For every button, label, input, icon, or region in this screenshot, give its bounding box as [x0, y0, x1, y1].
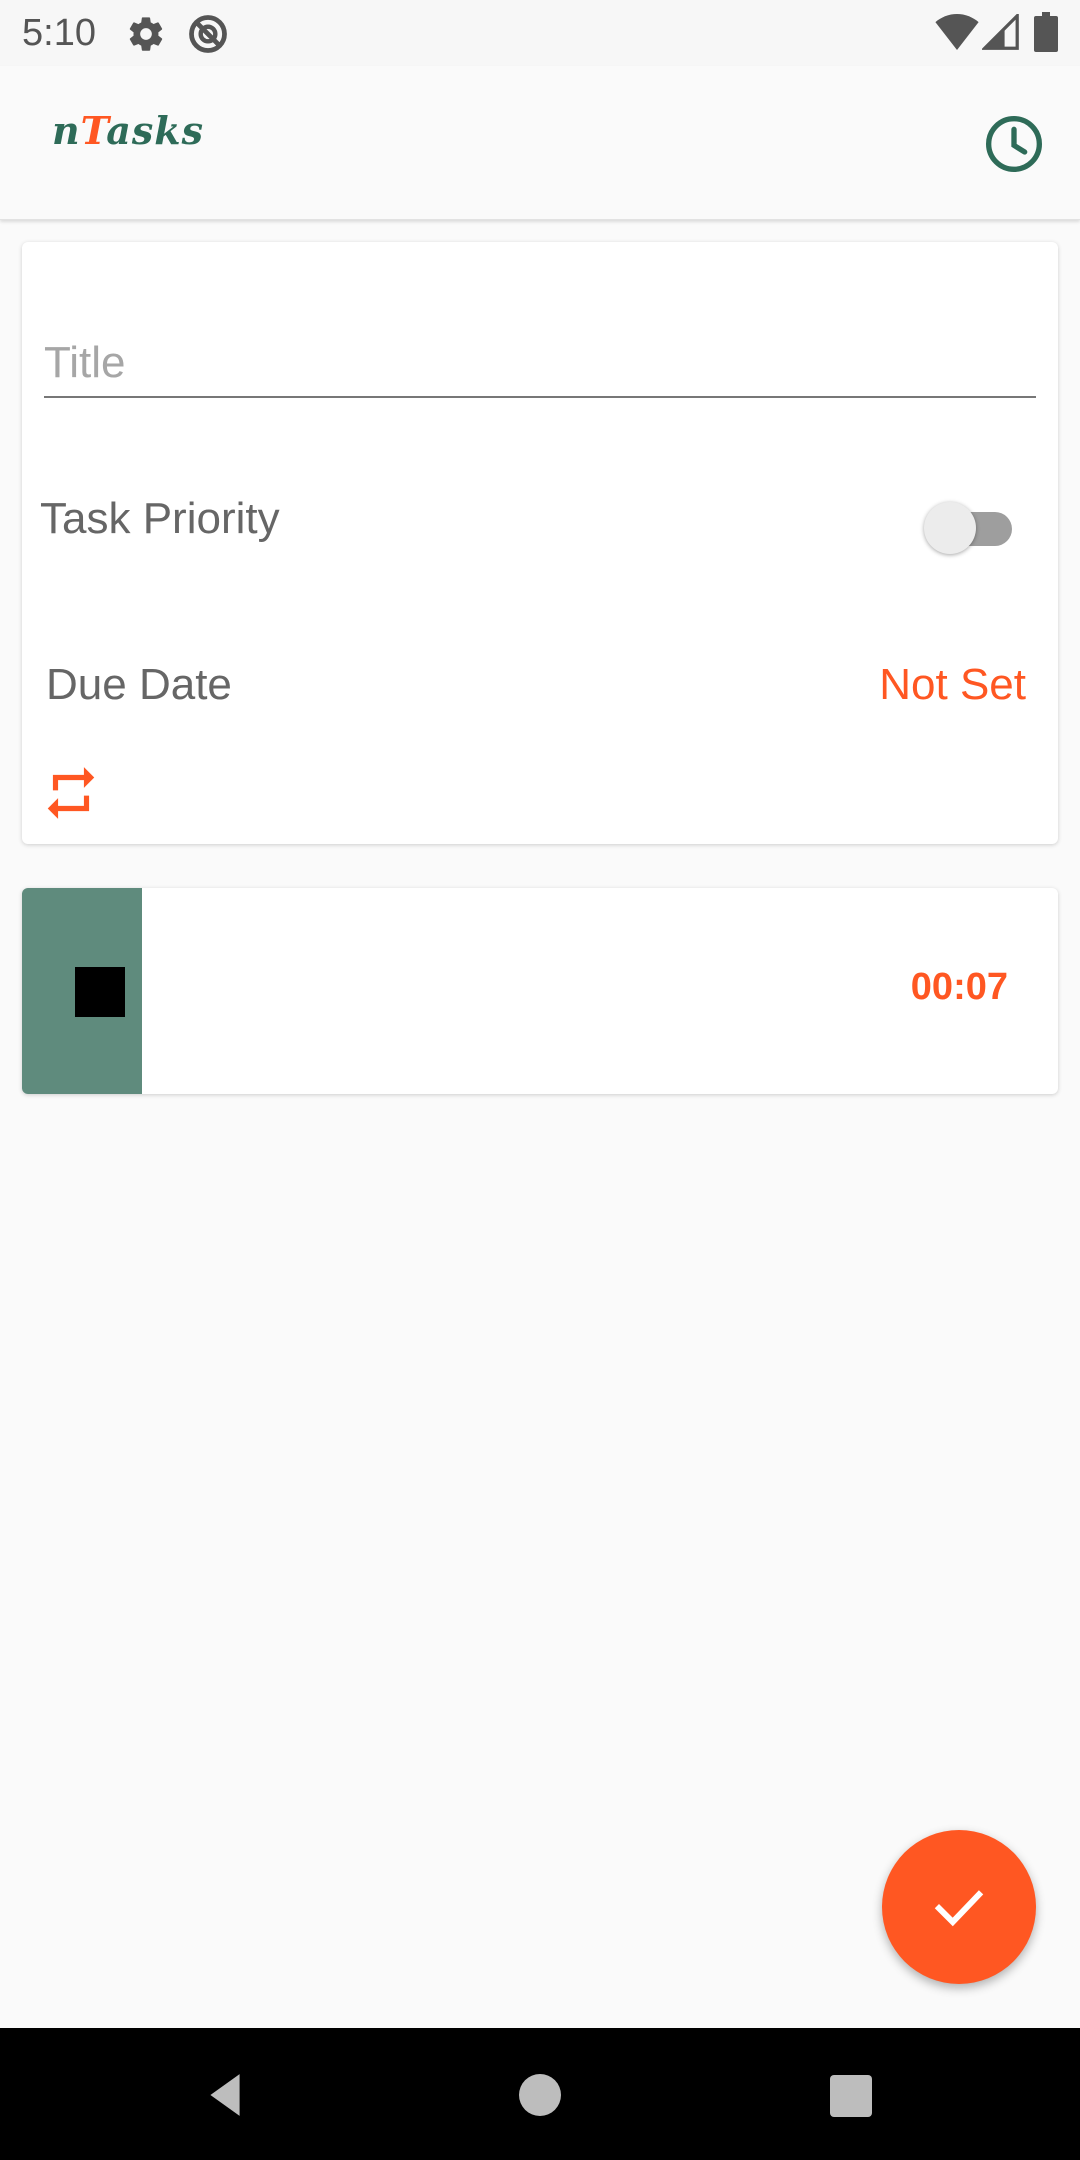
timer-card: 00:07 [22, 888, 1058, 1094]
task-priority-label: Task Priority [40, 494, 280, 543]
sync-disabled-icon [189, 15, 227, 53]
task-form-card: Task Priority Due Date Not Set [22, 242, 1058, 844]
home-icon[interactable] [519, 2074, 561, 2116]
title-field[interactable] [44, 330, 1036, 398]
status-time: 5:10 [22, 12, 96, 54]
wifi-icon [935, 14, 979, 50]
system-nav-bar [0, 2028, 1080, 2160]
due-date-label: Due Date [46, 660, 232, 709]
check-icon [934, 1890, 984, 1927]
status-bar: 5:10 [0, 0, 1080, 66]
clock-icon[interactable] [982, 112, 1046, 176]
timer-value: 00:07 [910, 966, 1008, 1008]
toggle-thumb [924, 502, 976, 554]
task-priority-toggle[interactable] [924, 498, 1024, 554]
gear-icon [129, 17, 163, 51]
logo-prefix: n [52, 108, 81, 153]
battery-icon [1034, 12, 1058, 52]
stop-icon[interactable] [75, 967, 125, 1017]
back-icon[interactable] [200, 2070, 250, 2120]
logo-suffix: asks [106, 108, 205, 153]
repeat-icon[interactable] [40, 762, 102, 824]
due-date-value[interactable]: Not Set [879, 660, 1026, 710]
logo-accent: T [80, 108, 107, 153]
save-task-button[interactable] [882, 1830, 1036, 1984]
timer-control-panel [22, 888, 142, 1094]
recent-apps-icon[interactable] [830, 2075, 872, 2117]
signal-icon [982, 14, 1019, 50]
app-logo: nTasks [52, 108, 204, 153]
app-bar: nTasks [0, 66, 1080, 220]
title-input[interactable] [44, 330, 1036, 396]
